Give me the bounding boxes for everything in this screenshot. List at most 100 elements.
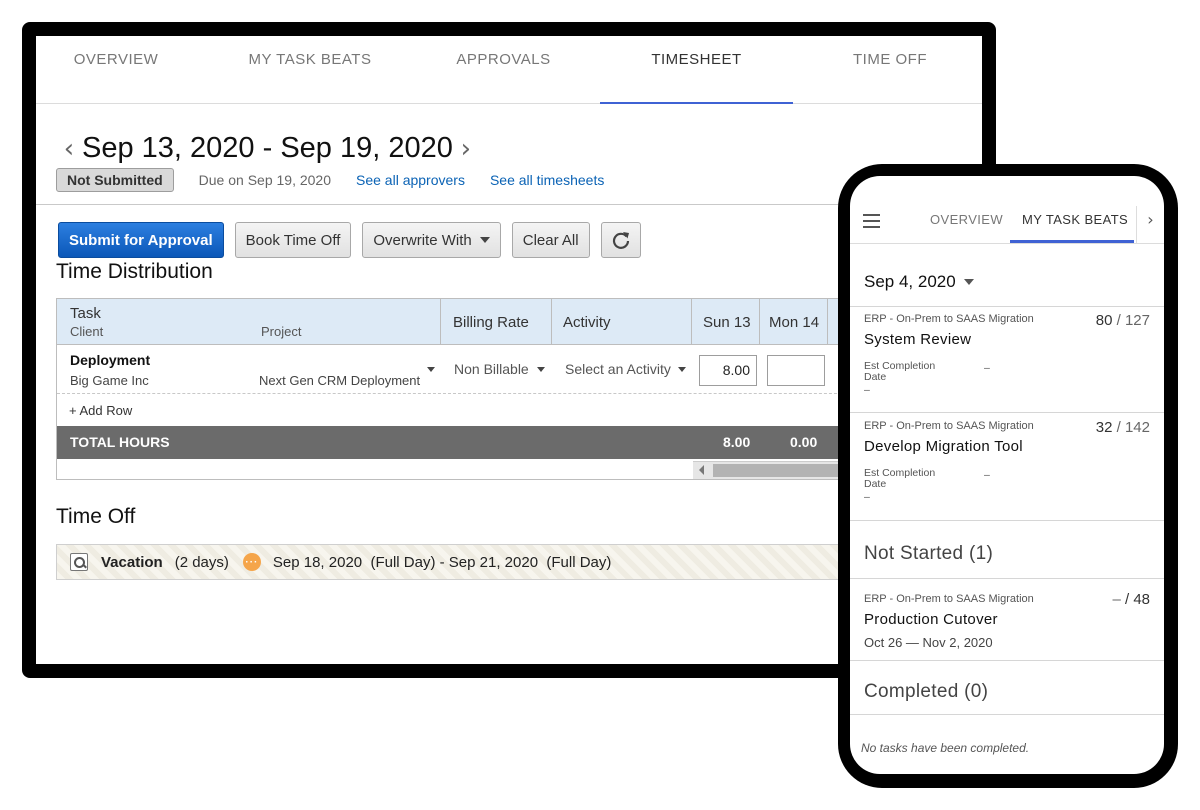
task-project: ERP - On-Prem to SAAS Migration — [864, 313, 1034, 325]
task-total: 48 — [1133, 591, 1150, 608]
est-completion-value: – — [984, 469, 990, 481]
divider — [850, 578, 1164, 579]
refresh-button[interactable] — [600, 222, 641, 258]
activity-select[interactable]: Select an Activity — [565, 361, 671, 377]
no-completed-tasks-text: No tasks have been completed. — [861, 741, 1030, 755]
task-date-range: Oct 26 — Nov 2, 2020 — [864, 635, 993, 650]
column-divider — [440, 299, 441, 345]
scroll-left-icon[interactable] — [699, 465, 704, 475]
caret-down-icon — [479, 237, 490, 243]
divider — [850, 660, 1164, 661]
completed-heading: Completed (0) — [864, 681, 989, 702]
task-progress: 32 / 142 — [1095, 419, 1150, 436]
timesheet-toolbar: Submit for Approval Book Time Off Overwr… — [58, 222, 652, 258]
time-off-type: Vacation — [101, 553, 163, 571]
task-name: Deployment — [70, 352, 151, 368]
task-name: Develop Migration Tool — [864, 438, 1023, 455]
tab-timesheet[interactable]: TIMESHEET — [600, 36, 793, 104]
overwrite-with-label: Overwrite With — [373, 231, 472, 249]
billing-rate-select[interactable]: Non Billable — [454, 361, 529, 377]
total-sun: 8.00 — [723, 434, 751, 450]
task-done: 80 — [1095, 312, 1113, 329]
book-time-off-button[interactable]: Book Time Off — [234, 222, 352, 258]
column-divider — [551, 299, 552, 345]
due-date-text: Due on Sep 19, 2020 — [198, 172, 331, 188]
time-off-days: (2 days) — [174, 553, 229, 571]
not-started-heading: Not Started (1) — [864, 543, 994, 564]
client-name: Big Game Inc — [70, 373, 149, 388]
status-badge: Not Submitted — [56, 168, 174, 192]
mobile-tab-overview[interactable]: OVERVIEW — [930, 212, 1003, 227]
header-activity: Activity — [563, 314, 611, 331]
header-billing-rate: Billing Rate — [453, 314, 529, 331]
time-distribution-title: Time Distribution — [56, 260, 213, 283]
mobile-tab-bar: OVERVIEW MY TASK BEATS › — [850, 176, 1164, 244]
date-range-title: Sep 13, 2020 - Sep 19, 2020 — [82, 132, 453, 164]
task-total: 142 — [1124, 419, 1150, 436]
header-client: Client — [70, 324, 104, 339]
sun-hours-input[interactable]: 8.00 — [699, 355, 757, 386]
task-total: 127 — [1124, 312, 1150, 329]
divider — [850, 306, 1164, 307]
see-all-timesheets-link[interactable]: See all timesheets — [490, 172, 604, 188]
chevron-left-icon[interactable]: ‹ — [60, 134, 78, 164]
header-mon: Mon 14 — [769, 314, 820, 331]
est-completion-label-2: Date — [864, 478, 887, 490]
phone-device-frame: OVERVIEW MY TASK BEATS › Sep 4, 2020 ERP… — [838, 164, 1178, 788]
chevron-right-icon[interactable]: › — [457, 134, 475, 164]
total-hours-bar: TOTAL HOURS 8.00 0.00 — [57, 426, 857, 459]
chevron-right-icon[interactable]: › — [1136, 206, 1164, 244]
caret-down-icon — [427, 367, 435, 372]
total-hours-label: TOTAL HOURS — [70, 434, 170, 450]
tab-approvals[interactable]: APPROVALS — [416, 36, 591, 104]
mon-hours-input[interactable] — [767, 355, 825, 386]
mobile-tab-my-task-beats[interactable]: MY TASK BEATS — [1022, 212, 1128, 227]
status-row: Not Submitted Due on Sep 19, 2020 See al… — [56, 167, 604, 193]
est-completion-value-2: – — [864, 491, 870, 503]
est-completion-value: – — [984, 362, 990, 374]
horizontal-scrollbar[interactable] — [693, 461, 857, 479]
mobile-date-selector[interactable]: Sep 4, 2020 — [864, 272, 974, 292]
search-icon[interactable] — [70, 553, 88, 571]
date-range-header: ‹ Sep 13, 2020 - Sep 19, 2020 › — [60, 132, 475, 165]
divider — [850, 714, 1164, 715]
mobile-task-beats-screen: OVERVIEW MY TASK BEATS › Sep 4, 2020 ERP… — [850, 176, 1164, 774]
est-completion-label-2: Date — [864, 371, 887, 383]
add-row-link[interactable]: + Add Row — [69, 403, 132, 418]
caret-down-icon — [537, 367, 545, 372]
task-progress: 80 / 127 — [1095, 312, 1150, 329]
pending-status-icon: ··· — [242, 553, 261, 571]
mobile-date: Sep 4, 2020 — [864, 272, 956, 291]
time-off-entry[interactable]: Vacation (2 days) ··· Sep 18, 2020 (Full… — [56, 544, 856, 580]
project-select[interactable]: Next Gen CRM Deployment — [259, 373, 423, 388]
scrollbar-thumb[interactable] — [713, 464, 857, 477]
row-divider — [57, 393, 857, 394]
time-distribution-grid: Task Client Project Billing Rate Activit… — [56, 298, 857, 480]
tab-overview[interactable]: OVERVIEW — [36, 36, 196, 104]
tab-time-off[interactable]: TIME OFF — [801, 36, 979, 104]
caret-down-icon — [963, 279, 974, 285]
divider — [850, 412, 1164, 413]
column-divider — [759, 299, 760, 345]
refresh-icon — [612, 232, 629, 249]
see-all-approvers-link[interactable]: See all approvers — [356, 172, 465, 188]
task-done: – — [1112, 591, 1121, 608]
task-progress: – / 48 — [1112, 591, 1150, 608]
hamburger-menu-icon[interactable] — [863, 214, 880, 232]
clear-all-button[interactable]: Clear All — [511, 222, 590, 258]
total-mon: 0.00 — [790, 434, 818, 450]
task-name: System Review — [864, 331, 972, 348]
overwrite-with-dropdown[interactable]: Overwrite With — [362, 222, 501, 258]
time-off-title: Time Off — [56, 505, 136, 528]
submit-for-approval-button[interactable]: Submit for Approval — [58, 222, 224, 258]
tab-my-task-beats[interactable]: MY TASK BEATS — [211, 36, 409, 104]
main-tab-bar: OVERVIEW MY TASK BEATS APPROVALS TIMESHE… — [36, 36, 982, 104]
divider — [850, 520, 1164, 521]
est-completion-value-2: – — [864, 384, 870, 396]
header-task: Task — [70, 305, 101, 322]
header-sun: Sun 13 — [703, 314, 751, 331]
header-project: Project — [261, 324, 302, 339]
column-divider — [827, 299, 828, 345]
time-off-range: Sep 18, 2020 (Full Day) - Sep 21, 2020 (… — [272, 553, 612, 571]
task-name: Production Cutover — [864, 611, 998, 628]
